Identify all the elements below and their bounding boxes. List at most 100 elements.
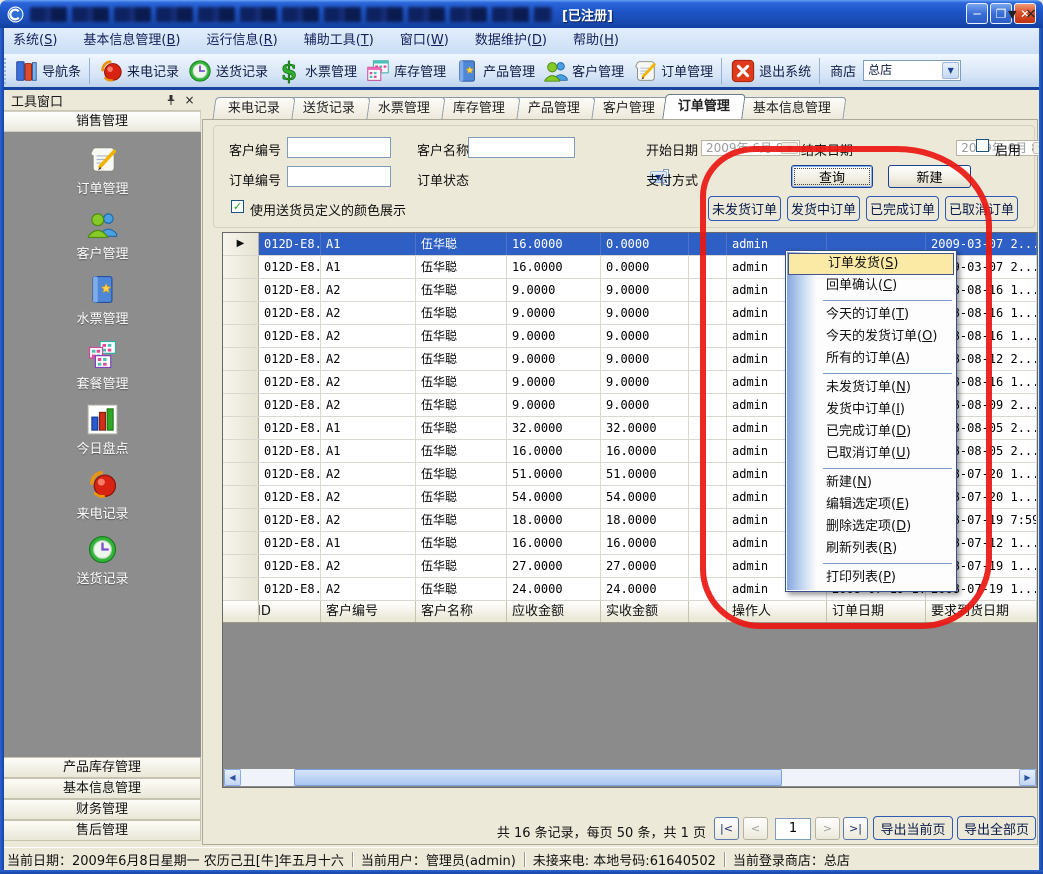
last-page-button[interactable]: >|	[843, 817, 868, 840]
menu-item[interactable]: 数据维护(D)	[462, 28, 560, 54]
sidebar-item-订单管理[interactable]: 订单管理	[43, 143, 163, 197]
tab-close-icon[interactable]: ×	[1025, 6, 1037, 22]
tab-水票管理[interactable]: 水票管理	[362, 97, 445, 119]
menu-item-今天的发货订单(O)[interactable]: 今天的发货订单(O)	[787, 326, 955, 348]
customer-no-input[interactable]	[287, 137, 391, 158]
menu-item-已完成订单(D)[interactable]: 已完成订单(D)	[787, 421, 955, 443]
sidebar-item-送货记录[interactable]: 送货记录	[43, 533, 163, 587]
toolbar-button-5[interactable]: 库存管理	[361, 56, 450, 86]
sidebar-item-来电记录[interactable]: 来电记录	[43, 468, 163, 522]
menu-item-回单确认(C)[interactable]: 回单确认(C)	[787, 275, 955, 297]
sidebar-group-售后管理[interactable]: 售后管理	[4, 820, 201, 841]
menu-item-订单发货(S)[interactable]: 订单发货(S)	[788, 253, 954, 275]
menu-item[interactable]: 帮助(H)	[560, 28, 632, 54]
export-all-pages-button[interactable]: 导出全部页	[957, 816, 1036, 840]
query-button[interactable]: 查询	[791, 165, 873, 188]
menu-item-编辑选定项(E)[interactable]: 编辑选定项(E)	[787, 494, 955, 516]
color-display-checkbox[interactable]: ✓	[231, 200, 244, 213]
menu-item-打印列表(P)[interactable]: 打印列表(P)	[787, 567, 955, 589]
row-selector-cell[interactable]	[223, 440, 259, 462]
toolbar-button-2[interactable]: 来电记录	[94, 56, 183, 86]
status-filter-button-发货中订单[interactable]: 发货中订单	[787, 196, 860, 221]
menu-item[interactable]: 基本信息管理(B)	[70, 28, 193, 54]
first-page-button[interactable]: |<	[714, 817, 739, 840]
row-selector-cell[interactable]	[223, 325, 259, 347]
scroll-left-icon[interactable]: ◀	[224, 769, 241, 786]
grid-column-header[interactable]: 操作人	[727, 601, 827, 622]
grid-column-header[interactable]	[689, 601, 727, 622]
menu-item[interactable]: 系统(S)	[0, 28, 70, 54]
menu-item-删除选定项(D)[interactable]: 删除选定项(D)	[787, 516, 955, 538]
menu-item-今天的订单(T)[interactable]: 今天的订单(T)	[787, 304, 955, 326]
tab-订单管理[interactable]: 订单管理	[662, 94, 746, 119]
toolbar-button-4[interactable]: $水票管理	[272, 56, 361, 86]
export-current-page-button[interactable]: 导出当前页	[873, 816, 953, 840]
toolbar-button-9[interactable]: 退出系统	[726, 56, 815, 86]
grid-column-header[interactable]: 应收金额	[507, 601, 601, 622]
menu-item-新建(N)[interactable]: 新建(N)	[787, 472, 955, 494]
grid-column-header[interactable]	[223, 601, 259, 622]
row-selector-cell[interactable]	[223, 532, 259, 554]
sidebar-group-基本信息管理[interactable]: 基本信息管理	[4, 778, 201, 799]
row-selector-cell[interactable]	[223, 348, 259, 370]
customer-name-input[interactable]	[468, 137, 575, 158]
menu-item[interactable]: 窗口(W)	[387, 28, 462, 54]
row-selector-cell[interactable]	[223, 463, 259, 485]
grid-column-header[interactable]: 实收金额	[601, 601, 689, 622]
tab-库存管理[interactable]: 库存管理	[438, 97, 521, 119]
order-no-input[interactable]	[287, 166, 391, 187]
shop-select[interactable]: 总店▼	[863, 60, 961, 81]
row-selector-cell[interactable]	[223, 417, 259, 439]
next-page-button[interactable]: >	[815, 817, 840, 840]
menu-item-已取消订单(U)[interactable]: 已取消订单(U)	[787, 443, 955, 465]
status-filter-button-未发货订单[interactable]: 未发货订单	[708, 196, 781, 221]
status-filter-button-已取消订单[interactable]: 已取消订单	[945, 196, 1018, 221]
row-selector-cell[interactable]	[223, 486, 259, 508]
horizontal-scrollbar[interactable]: ◀ ▶	[224, 769, 1036, 786]
sidebar-item-水票管理[interactable]: 水票管理	[43, 273, 163, 327]
row-selector-cell[interactable]	[223, 256, 259, 278]
tab-客户管理[interactable]: 客户管理	[588, 97, 671, 119]
menu-item-所有的订单(A)[interactable]: 所有的订单(A)	[787, 348, 955, 370]
toolbar-button-6[interactable]: 产品管理	[450, 56, 539, 86]
sidebar-group-产品库存管理[interactable]: 产品库存管理	[4, 757, 201, 778]
grid-column-header[interactable]: ID	[259, 601, 321, 622]
tab-来电记录[interactable]: 来电记录	[212, 97, 295, 119]
tab-基本信息管理[interactable]: 基本信息管理	[738, 97, 847, 119]
sidebar-item-客户管理[interactable]: 客户管理	[43, 208, 163, 262]
pin-icon[interactable]	[163, 93, 178, 108]
row-selector-cell[interactable]	[223, 555, 259, 577]
tab-产品管理[interactable]: 产品管理	[513, 97, 596, 119]
tool-window-close-icon[interactable]: ×	[182, 93, 197, 108]
grid-column-header[interactable]: 要求到货日期	[926, 601, 1037, 622]
sidebar-item-今日盘点[interactable]: 今日盘点	[43, 403, 163, 457]
row-selector-cell[interactable]	[223, 509, 259, 531]
sidebar-group-sales[interactable]: 销售管理	[4, 111, 201, 132]
minimize-button[interactable]: ─	[966, 3, 988, 24]
start-date-picker[interactable]: 2009年 6月 8日▼	[701, 140, 800, 156]
enable-checkbox[interactable]	[976, 139, 989, 152]
row-selector-cell[interactable]	[223, 371, 259, 393]
sidebar-group-财务管理[interactable]: 财务管理	[4, 799, 201, 820]
grid-column-header[interactable]: 客户名称	[416, 601, 507, 622]
row-selector-cell[interactable]	[223, 578, 259, 600]
menu-item[interactable]: 运行信息(R)	[194, 28, 291, 54]
toolbar-button-7[interactable]: 客户管理	[539, 56, 628, 86]
row-selector-cell[interactable]	[223, 302, 259, 324]
prev-page-button[interactable]: <	[743, 817, 768, 840]
scroll-right-icon[interactable]: ▶	[1019, 769, 1036, 786]
row-selector-cell[interactable]	[223, 279, 259, 301]
grid-column-header[interactable]: 客户编号	[321, 601, 416, 622]
menu-item-刷新列表(R)[interactable]: 刷新列表(R)	[787, 538, 955, 560]
tab-送货记录[interactable]: 送货记录	[287, 97, 370, 119]
new-button[interactable]: 新建	[888, 165, 971, 188]
status-filter-button-已完成订单[interactable]: 已完成订单	[866, 196, 939, 221]
row-selector-cell[interactable]	[223, 394, 259, 416]
row-selector-cell[interactable]: ▶	[223, 233, 259, 255]
menu-item[interactable]: 辅助工具(T)	[291, 28, 387, 54]
toolbar-button-1[interactable]: 导航条	[9, 56, 85, 86]
tab-list-dropdown-icon[interactable]: ▼	[1008, 8, 1016, 21]
menu-item-发货中订单(I)[interactable]: 发货中订单(I)	[787, 399, 955, 421]
sidebar-item-套餐管理[interactable]: 套餐管理	[43, 338, 163, 392]
menu-item-未发货订单(N)[interactable]: 未发货订单(N)	[787, 377, 955, 399]
